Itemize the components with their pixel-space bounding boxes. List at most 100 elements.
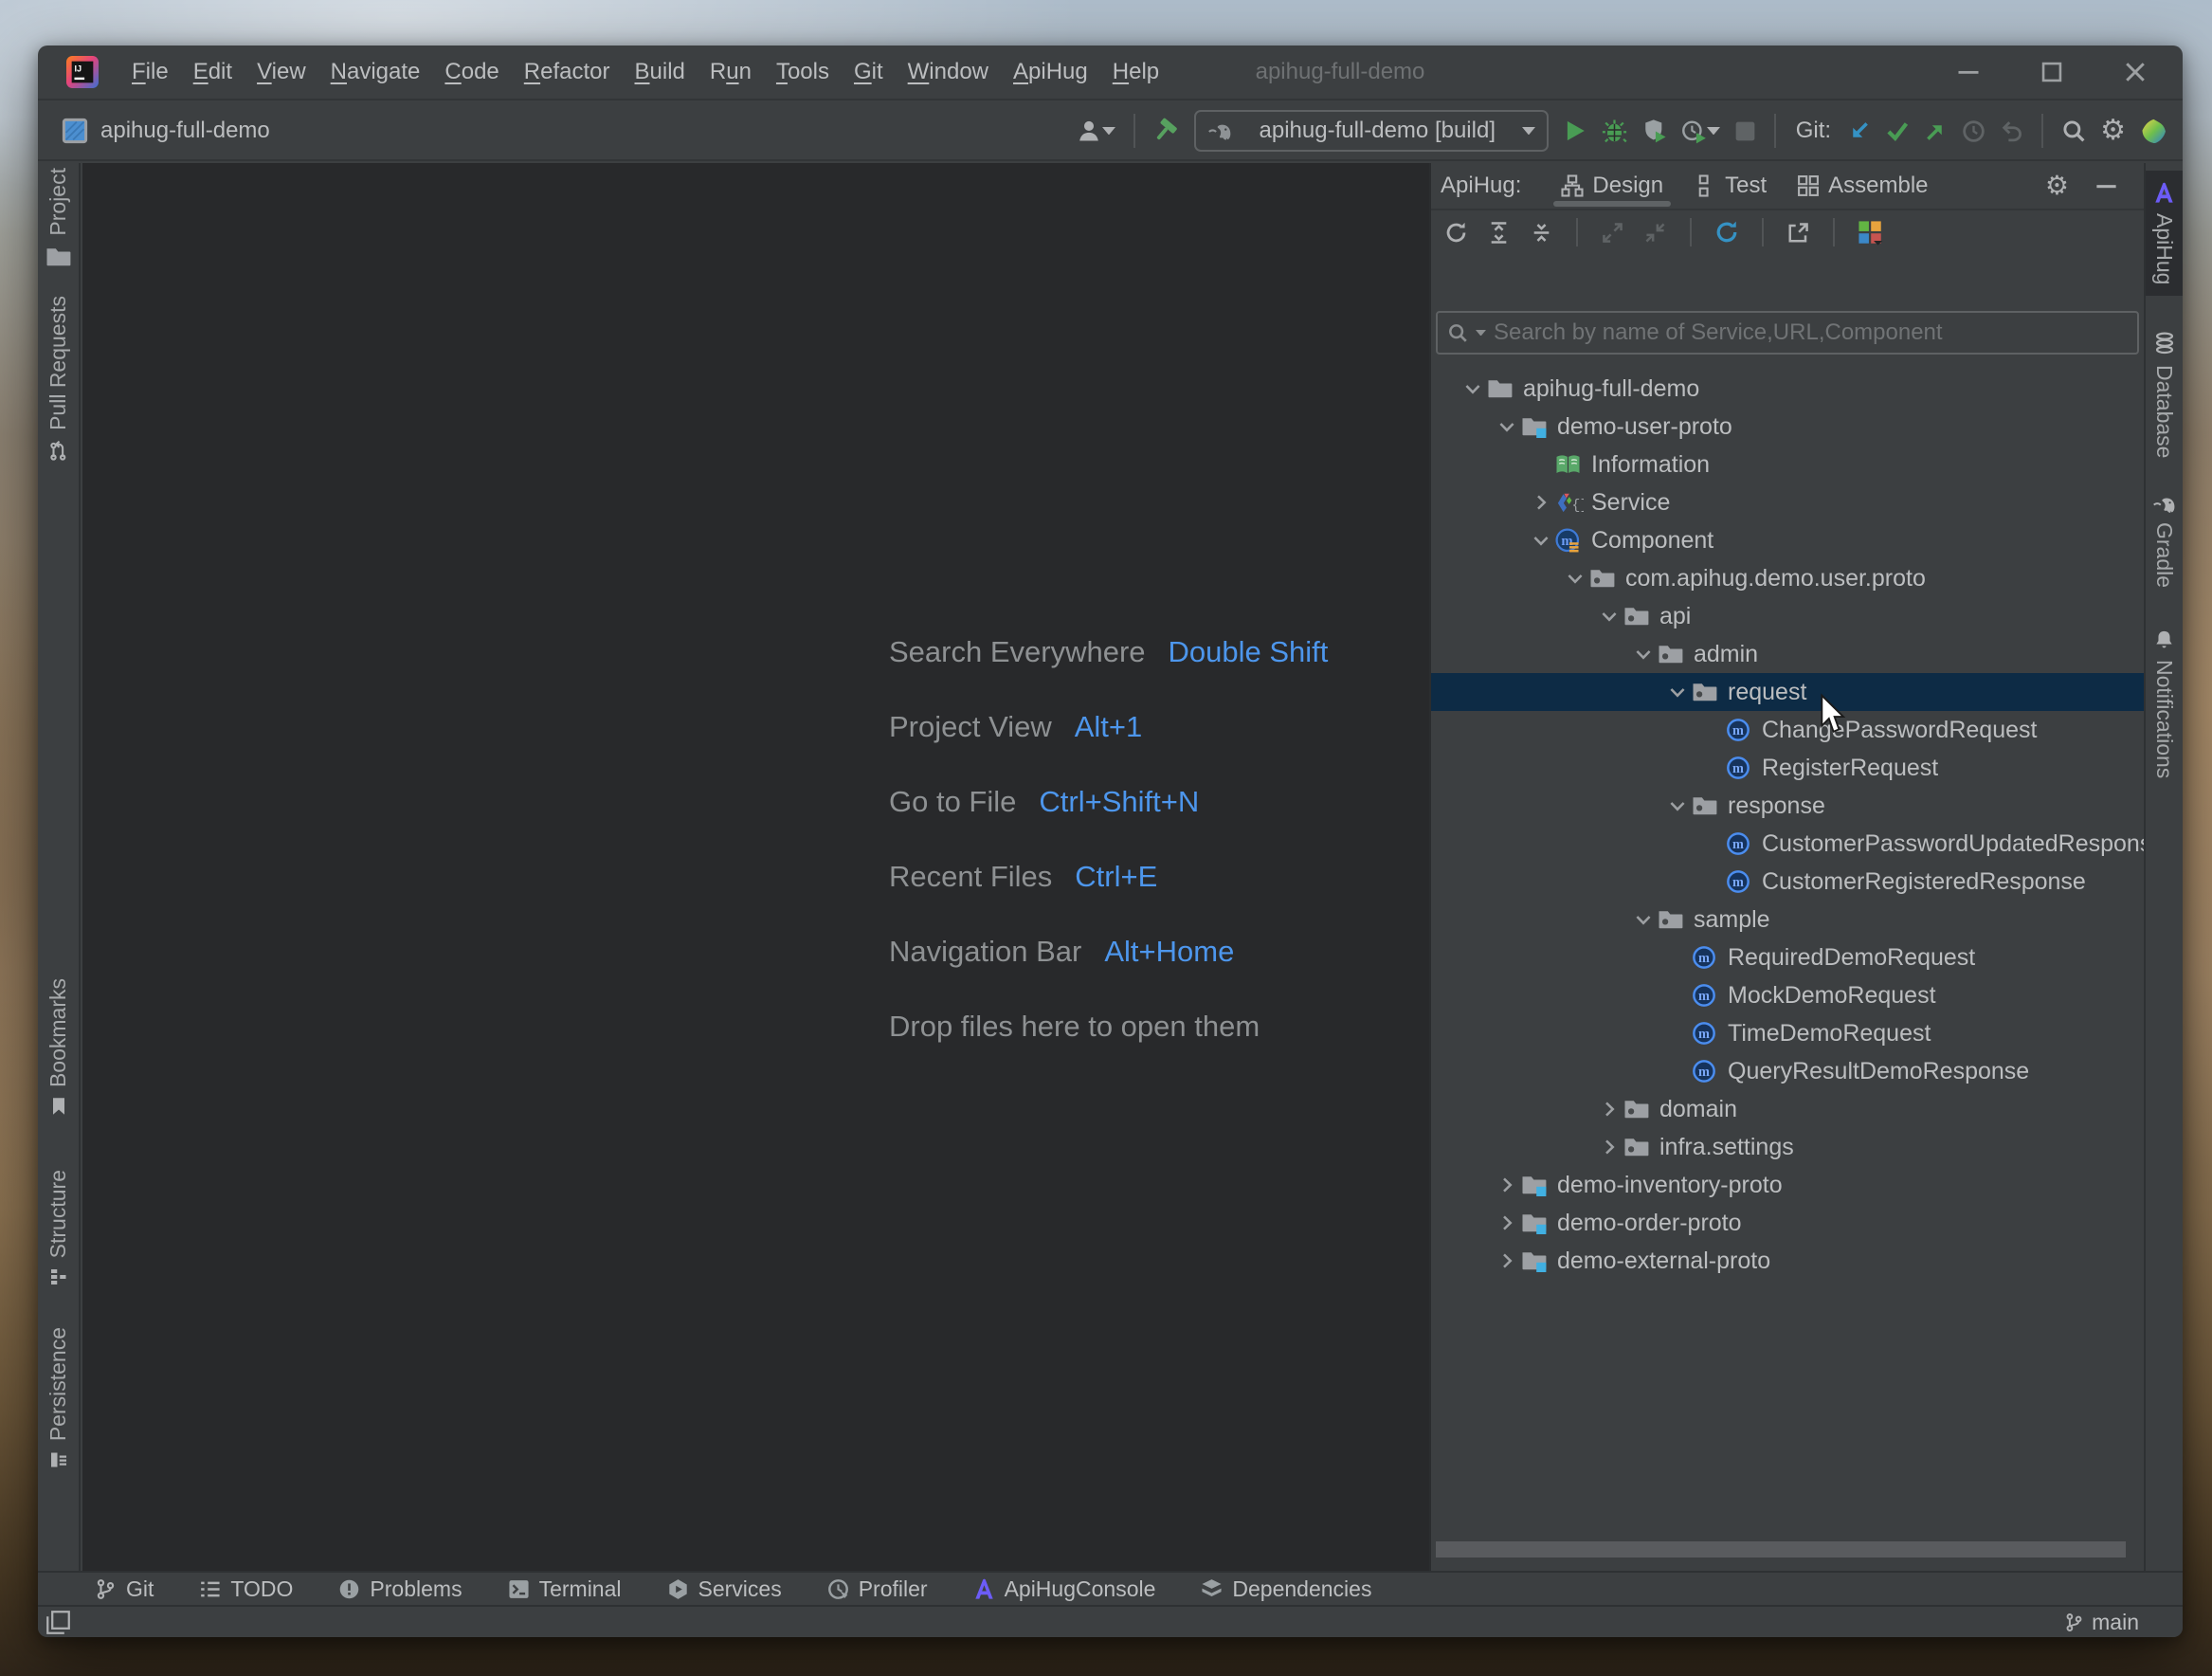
close-button[interactable] [2094, 46, 2177, 99]
tree-item-demo-external-proto[interactable]: demo-external-proto [1431, 1242, 2144, 1280]
sync-button[interactable] [1714, 220, 1739, 245]
expand-window-button[interactable] [1601, 221, 1624, 245]
collapse-all-button[interactable] [1530, 221, 1553, 245]
run-button[interactable] [1563, 118, 1587, 143]
settings-button[interactable]: ⚙ [2100, 117, 2126, 145]
build-button[interactable] [1153, 118, 1180, 144]
apihug-search-input[interactable] [1494, 319, 2128, 346]
layout-toggle-button[interactable] [45, 1610, 71, 1635]
tree-item-response[interactable]: response [1431, 787, 2144, 825]
menu-view[interactable]: View [245, 46, 318, 99]
toolwindow-git[interactable]: Git [95, 1576, 154, 1602]
tree-item-requireddemorequest[interactable]: m RequiredDemoRequest [1431, 938, 2144, 976]
menu-git[interactable]: Git [842, 46, 896, 99]
tree-item-customerregisteredresponse[interactable]: m CustomerRegisteredResponse [1431, 863, 2144, 901]
chevron-down-icon[interactable] [1663, 794, 1692, 817]
run-coverage-button[interactable] [1641, 118, 1667, 143]
chevron-down-icon[interactable] [1459, 377, 1487, 400]
category-filter-button[interactable] [1858, 220, 1883, 246]
chevron-right-icon[interactable] [1595, 1098, 1623, 1120]
expand-all-button[interactable] [1487, 221, 1511, 245]
git-history-button[interactable] [1962, 119, 1985, 143]
stripe-tab-bookmarks[interactable]: Bookmarks [38, 978, 79, 1116]
toolwindow-terminal[interactable]: Terminal [508, 1576, 622, 1602]
refresh-button[interactable] [1444, 221, 1468, 245]
menu-code[interactable]: Code [432, 46, 511, 99]
chevron-down-icon[interactable] [1663, 681, 1692, 703]
tree-item-queryresultdemoresponse[interactable]: m QueryResultDemoResponse [1431, 1052, 2144, 1090]
tree-item-domain[interactable]: domain [1431, 1090, 2144, 1128]
menu-window[interactable]: Window [896, 46, 1001, 99]
chevron-down-icon[interactable] [1595, 605, 1623, 628]
open-external-button[interactable] [1786, 221, 1810, 245]
chevron-down-icon[interactable] [1561, 567, 1589, 590]
chevron-right-icon[interactable] [1527, 491, 1555, 514]
menu-help[interactable]: Help [1100, 46, 1171, 99]
tree-item-changepasswordrequest[interactable]: m ChangePasswordRequest [1431, 711, 2144, 749]
menu-tools[interactable]: Tools [764, 46, 842, 99]
stripe-tab-structure[interactable]: Structure [38, 1170, 79, 1286]
tree-item-sample[interactable]: sample [1431, 901, 2144, 938]
profiler-button[interactable] [1681, 118, 1720, 144]
tree-item-mockdemorequest[interactable]: m MockDemoRequest [1431, 976, 2144, 1014]
stripe-tab-gradle[interactable]: Gradle [2146, 495, 2183, 588]
tree-item-information[interactable]: Information [1431, 446, 2144, 483]
menu-run[interactable]: Run [698, 46, 764, 99]
minimize-button[interactable] [1927, 46, 2010, 99]
chevron-right-icon[interactable] [1493, 1249, 1521, 1272]
tree-item-service[interactable]: {} Service [1431, 483, 2144, 521]
project-widget[interactable]: apihug-full-demo [61, 117, 270, 145]
chevron-down-icon[interactable] [1527, 529, 1555, 552]
stop-button[interactable] [1734, 120, 1756, 142]
tree-item-registerrequest[interactable]: m RegisterRequest [1431, 749, 2144, 787]
chevron-down-icon[interactable] [1629, 908, 1658, 931]
chevron-right-icon[interactable] [1493, 1211, 1521, 1234]
menu-refactor[interactable]: Refactor [512, 46, 623, 99]
tree-item-admin[interactable]: admin [1431, 635, 2144, 673]
tab-design[interactable]: Design [1546, 163, 1678, 209]
stripe-tab-persistence[interactable]: Persistence [38, 1327, 79, 1469]
tree-item-demo-inventory-proto[interactable]: demo-inventory-proto [1431, 1166, 2144, 1204]
toolwindow-services[interactable]: Services [667, 1576, 782, 1602]
chevron-right-icon[interactable] [1493, 1174, 1521, 1196]
tab-assemble[interactable]: Assemble [1782, 163, 1943, 209]
toolwindow-problems[interactable]: Problems [338, 1576, 462, 1602]
search-everywhere-button[interactable] [2061, 118, 2086, 143]
toolwindow-profiler[interactable]: Profiler [827, 1576, 928, 1602]
stripe-tab-pull-requests[interactable]: Pull Requests [38, 296, 79, 461]
toolwindow-todo[interactable]: TODO [199, 1576, 293, 1602]
maximize-button[interactable] [2010, 46, 2094, 99]
tree-item-api[interactable]: api [1431, 597, 2144, 635]
tree-item-com.apihug.demo.user.proto[interactable]: com.apihug.demo.user.proto [1431, 559, 2144, 597]
stripe-tab-notifications[interactable]: Notifications [2146, 629, 2183, 779]
toolwindow-apihugconsole[interactable]: ApiHugConsole [973, 1576, 1155, 1602]
horizontal-scrollbar[interactable] [1436, 1541, 2126, 1558]
toolwindow-dependencies[interactable]: Dependencies [1201, 1576, 1371, 1602]
stripe-tab-apihug[interactable]: ApiHug [2146, 171, 2183, 297]
chevron-down-icon[interactable] [1493, 415, 1521, 438]
menu-navigate[interactable]: Navigate [318, 46, 433, 99]
git-update-button[interactable] [1847, 119, 1871, 143]
collapse-window-button[interactable] [1643, 221, 1667, 245]
hide-panel-icon[interactable] [2094, 173, 2119, 199]
run-configuration-select[interactable]: apihug-full-demo [build] [1193, 110, 1549, 152]
tree-item-demo-user-proto[interactable]: demo-user-proto [1431, 408, 2144, 446]
tree-item-request[interactable]: request [1431, 673, 2144, 711]
stripe-tab-database[interactable]: Database [2146, 332, 2183, 458]
menu-file[interactable]: File [119, 46, 181, 99]
git-commit-button[interactable] [1885, 118, 1910, 143]
stripe-tab-project[interactable]: Project [38, 168, 79, 268]
tree-item-timedemorequest[interactable]: m TimeDemoRequest [1431, 1014, 2144, 1052]
chevron-down-icon[interactable] [1629, 643, 1658, 665]
git-rollback-button[interactable] [2000, 119, 2023, 143]
tab-test[interactable]: Test [1678, 163, 1782, 209]
menu-edit[interactable]: Edit [181, 46, 245, 99]
git-branch-widget[interactable]: main [2064, 1610, 2139, 1635]
tree-item-apihug-full-demo[interactable]: apihug-full-demo [1431, 370, 2144, 408]
tree-item-infra.settings[interactable]: infra.settings [1431, 1128, 2144, 1166]
apihug-plugin-button[interactable] [2140, 118, 2167, 145]
user-account-button[interactable] [1076, 118, 1115, 144]
gear-icon[interactable]: ⚙ [2045, 173, 2069, 199]
tree-item-demo-order-proto[interactable]: demo-order-proto [1431, 1204, 2144, 1242]
git-push-button[interactable] [1924, 119, 1948, 143]
